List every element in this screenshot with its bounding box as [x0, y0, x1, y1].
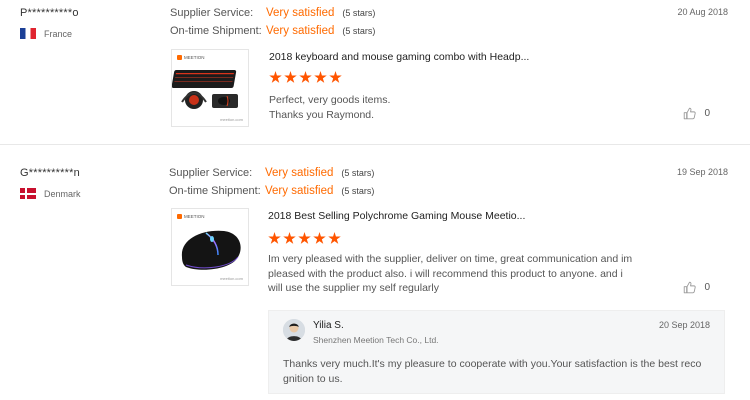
- shipment-value: Very satisfied: [265, 185, 334, 197]
- thumbnail-footer: meetion.com: [220, 117, 243, 122]
- supplier-service-stars: (5 stars): [341, 168, 375, 178]
- star-icon: [299, 71, 312, 83]
- review-text-line: pleased with the product also. i will re…: [268, 267, 623, 280]
- on-time-shipment-rating: On-time Shipment: Very satisfied (5 star…: [170, 25, 375, 37]
- brand-logo: MEETION: [177, 214, 205, 219]
- thumbs-up-icon[interactable]: [683, 107, 697, 120]
- reply-company-name: Shenzhen Meetion Tech Co., Ltd.: [313, 335, 439, 345]
- star-icon: [269, 71, 282, 83]
- person-avatar-icon: [283, 319, 305, 341]
- star-icon: [268, 232, 281, 244]
- shipment-label: On-time Shipment:: [170, 25, 262, 37]
- star-icon: [284, 71, 297, 83]
- reply-text: Thanks very much.It's my pleasure to coo…: [283, 357, 713, 387]
- reply-text-line: gnition to us.: [283, 373, 343, 385]
- supplier-service-rating: Supplier Service: Very satisfied (5 star…: [169, 167, 374, 179]
- helpful-count: 0: [704, 108, 710, 119]
- buyer-name: G**********n: [20, 167, 80, 179]
- shipment-value: Very satisfied: [266, 25, 335, 37]
- thumbs-up-icon[interactable]: [683, 281, 697, 294]
- brand-logo: MEETION: [177, 55, 205, 60]
- helpful-vote[interactable]: 0: [683, 107, 710, 120]
- review-text-line: Thanks you Raymond.: [269, 108, 375, 121]
- gaming-mouse-image: [181, 230, 241, 270]
- country-name: Denmark: [44, 188, 81, 199]
- review-date: 19 Sep 2018: [676, 167, 728, 177]
- review-item: P**********o France Supplier Service: Ve…: [0, 0, 750, 145]
- product-thumbnail[interactable]: MEETION meetion.com: [171, 208, 249, 286]
- thumbnail-footer: meetion.com: [220, 276, 243, 281]
- keyboard-mouse-headset-image: [172, 70, 238, 109]
- shipment-stars: (5 stars): [341, 186, 375, 196]
- shipment-stars: (5 stars): [342, 26, 376, 36]
- avatar: [283, 319, 305, 341]
- star-icon: [314, 71, 327, 83]
- review-text: Perfect, very goods items. Thanks you Ra…: [269, 93, 390, 122]
- country-name: France: [44, 28, 73, 39]
- star-icon: [328, 232, 341, 244]
- supplier-service-stars: (5 stars): [342, 8, 376, 18]
- supplier-service-value: Very satisfied: [266, 7, 335, 19]
- reply-author-name: Yilia S.: [313, 320, 344, 331]
- helpful-vote[interactable]: 0: [683, 281, 710, 294]
- review-text-line: Perfect, very goods items.: [269, 94, 391, 106]
- review-text: Im very pleased with the supplier, deliv…: [268, 252, 648, 296]
- star-icon: [283, 232, 296, 244]
- supplier-service-label: Supplier Service:: [170, 7, 254, 19]
- product-rating-stars: [268, 232, 341, 245]
- reply-date: 20 Sep 2018: [658, 320, 710, 330]
- product-thumbnail[interactable]: MEETION meetion.com: [171, 49, 249, 127]
- review-item: G**********n Denmark Supplier Service: V…: [0, 160, 750, 400]
- reply-text-line: Thanks very much.It's my pleasure to coo…: [283, 358, 702, 370]
- on-time-shipment-rating: On-time Shipment: Very satisfied (5 star…: [169, 185, 374, 197]
- supplier-reply: Yilia S. Shenzhen Meetion Tech Co., Ltd.…: [268, 310, 725, 394]
- review-date: 20 Aug 2018: [677, 7, 728, 17]
- product-title-link[interactable]: 2018 Best Selling Polychrome Gaming Mous…: [268, 210, 525, 222]
- product-rating-stars: [269, 71, 342, 84]
- denmark-flag-icon: [20, 188, 36, 199]
- star-icon: [313, 232, 326, 244]
- review-text-line: will use the supplier my self regularly: [268, 282, 439, 294]
- supplier-service-label: Supplier Service:: [169, 167, 253, 179]
- buyer-name: P**********o: [20, 7, 79, 19]
- supplier-service-rating: Supplier Service: Very satisfied (5 star…: [170, 7, 375, 19]
- buyer-country: Denmark: [20, 188, 81, 199]
- shipment-label: On-time Shipment:: [169, 185, 261, 197]
- star-icon: [329, 71, 342, 83]
- review-text-line: Im very pleased with the supplier, deliv…: [268, 253, 633, 265]
- france-flag-icon: [20, 28, 36, 39]
- star-icon: [298, 232, 311, 244]
- buyer-country: France: [20, 28, 72, 39]
- supplier-service-value: Very satisfied: [265, 167, 334, 179]
- helpful-count: 0: [704, 282, 710, 293]
- product-title-link[interactable]: 2018 keyboard and mouse gaming combo wit…: [269, 51, 529, 63]
